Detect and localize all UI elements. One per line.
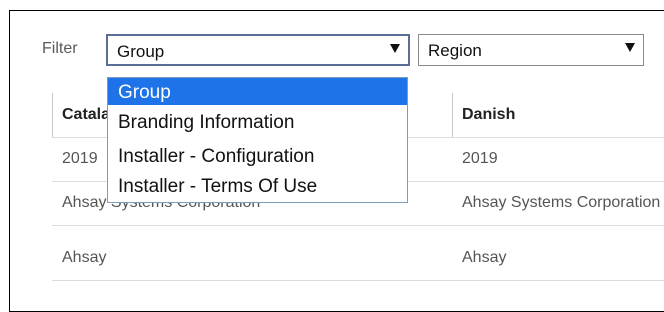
group-select[interactable]: Group [106, 34, 410, 66]
cell-catalan: 2019 [62, 150, 98, 167]
group-select-value: Group [117, 42, 165, 61]
filter-label: Filter [42, 40, 78, 57]
region-select-value: Region [428, 41, 482, 60]
cell-danish: 2019 [462, 150, 498, 167]
dropdown-option-installer-configuration[interactable]: Installer - Configuration [108, 142, 407, 169]
table-row[interactable]: Ahsay Ahsay [52, 236, 664, 281]
cell-danish: Ahsay Systems Corporation [462, 194, 661, 211]
cell-catalan: Ahsay [62, 249, 107, 266]
group-dropdown-list[interactable]: Group Branding Information Installer - C… [107, 77, 408, 203]
column-header-danish[interactable]: Danish [452, 93, 664, 137]
dropdown-option-group[interactable]: Group [108, 78, 407, 105]
region-select[interactable]: Region [418, 34, 644, 66]
dropdown-arrow-icon [625, 43, 635, 52]
cell-danish: Ahsay [462, 249, 507, 266]
dropdown-arrow-icon [390, 44, 400, 53]
dropdown-option-branding-information[interactable]: Branding Information [108, 108, 407, 135]
dropdown-option-installer-terms-of-use[interactable]: Installer - Terms Of Use [108, 172, 407, 199]
